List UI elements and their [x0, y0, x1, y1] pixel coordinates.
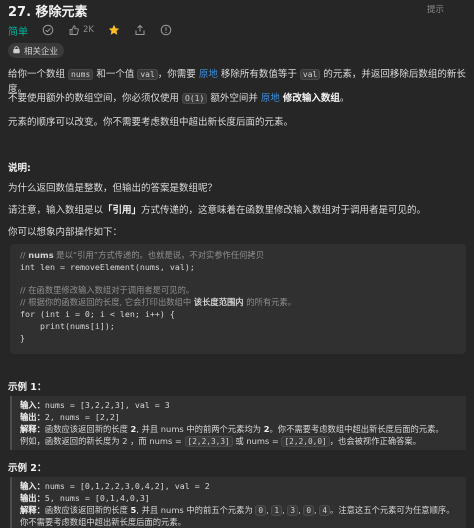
inline-code: val: [299, 69, 321, 80]
star-icon[interactable]: [108, 24, 120, 36]
desc-para-2: 不要使用额外的数组空间，你必须仅使用 O(1) 额外空间并 原地 修改输入数组。: [8, 93, 350, 104]
code-block: // nums 是以“引用”方式传递的。也就是说，不对实参作任何拷贝 int l…: [10, 244, 466, 354]
code-line: // 根据你的函数返回的长度, 它会打印出数组中 该长度范围内 的所有元素。: [20, 297, 297, 307]
example2-input: 输入：nums = [0,1,2,2,3,0,4,2], val = 2: [20, 481, 210, 491]
example1-explain-line2: 例如，函数返回的新长度为 2 ，而 nums = [2,2,3,3] 或 num…: [20, 436, 422, 447]
example1-block: 输入：nums = [3,2,2,3], val = 3 输出：2, nums …: [10, 396, 466, 450]
company-tag[interactable]: 相关企业: [8, 43, 65, 58]
difficulty-badge: 简单: [8, 26, 28, 38]
inline-code: val: [137, 69, 158, 80]
in-place-link[interactable]: 原地: [199, 69, 218, 80]
feedback-icon[interactable]: [160, 24, 172, 36]
share-icon[interactable]: [134, 24, 146, 36]
in-place-link[interactable]: 原地: [261, 93, 280, 104]
like-count: 2K: [83, 25, 94, 35]
code-line: // nums 是以“引用”方式传递的。也就是说，不对实参作任何拷贝: [20, 250, 265, 260]
check-circle-icon: [42, 24, 54, 36]
explain-para: 请注意，输入数组是以「引用」方式传递的，这意味着在函数里修改输入数组对于调用者是…: [8, 205, 427, 216]
example2-explain-line2: 你不需要考虑数组中超出新长度后面的元素。: [20, 517, 186, 527]
inline-code: O(1): [182, 93, 208, 104]
explain-question: 为什么返回数值是整数，但输出的答案是数组呢？: [8, 183, 218, 194]
code-line: print(nums[i]);: [20, 321, 115, 331]
example2-output: 输出：5, nums = [0,1,4,0,3]: [20, 493, 150, 503]
example2-block: 输入：nums = [0,1,2,2,3,0,4,2], val = 2 输出：…: [10, 477, 466, 528]
code-line: for (int i = 0; i < len; i++) {: [20, 309, 175, 319]
example2-heading: 示例 2：: [8, 463, 47, 474]
lock-icon: [12, 45, 21, 57]
thumbs-up-icon[interactable]: [68, 24, 80, 36]
example1-heading: 示例 1：: [8, 382, 47, 393]
example1-explain: 解释：函数应该返回新的长度 2, 并且 nums 中的前两个元素均为 2。你不需…: [20, 424, 444, 434]
desc-para-3: 元素的顺序可以改变。你不需要考虑数组中超出新长度后面的元素。: [8, 117, 294, 128]
hint-link[interactable]: 提示: [427, 3, 444, 15]
code-line: }: [20, 333, 25, 343]
explain-para-2: 你可以想象内部操作如下：: [8, 227, 123, 238]
meta-row: 简单 2K: [8, 22, 172, 38]
code-line: // 在函数里修改输入数组对于调用者是可见的。: [20, 285, 195, 295]
code-line: int len = removeElement(nums, val);: [20, 262, 195, 272]
inline-code: nums: [68, 69, 94, 80]
explain-heading: 说明:: [8, 163, 31, 174]
example1-input: 输入：nums = [3,2,2,3], val = 3: [20, 400, 170, 410]
company-tag-label: 相关企业: [24, 46, 59, 57]
problem-title: 27. 移除元素: [8, 5, 88, 20]
example1-output: 输出：2, nums = [2,2]: [20, 412, 120, 422]
